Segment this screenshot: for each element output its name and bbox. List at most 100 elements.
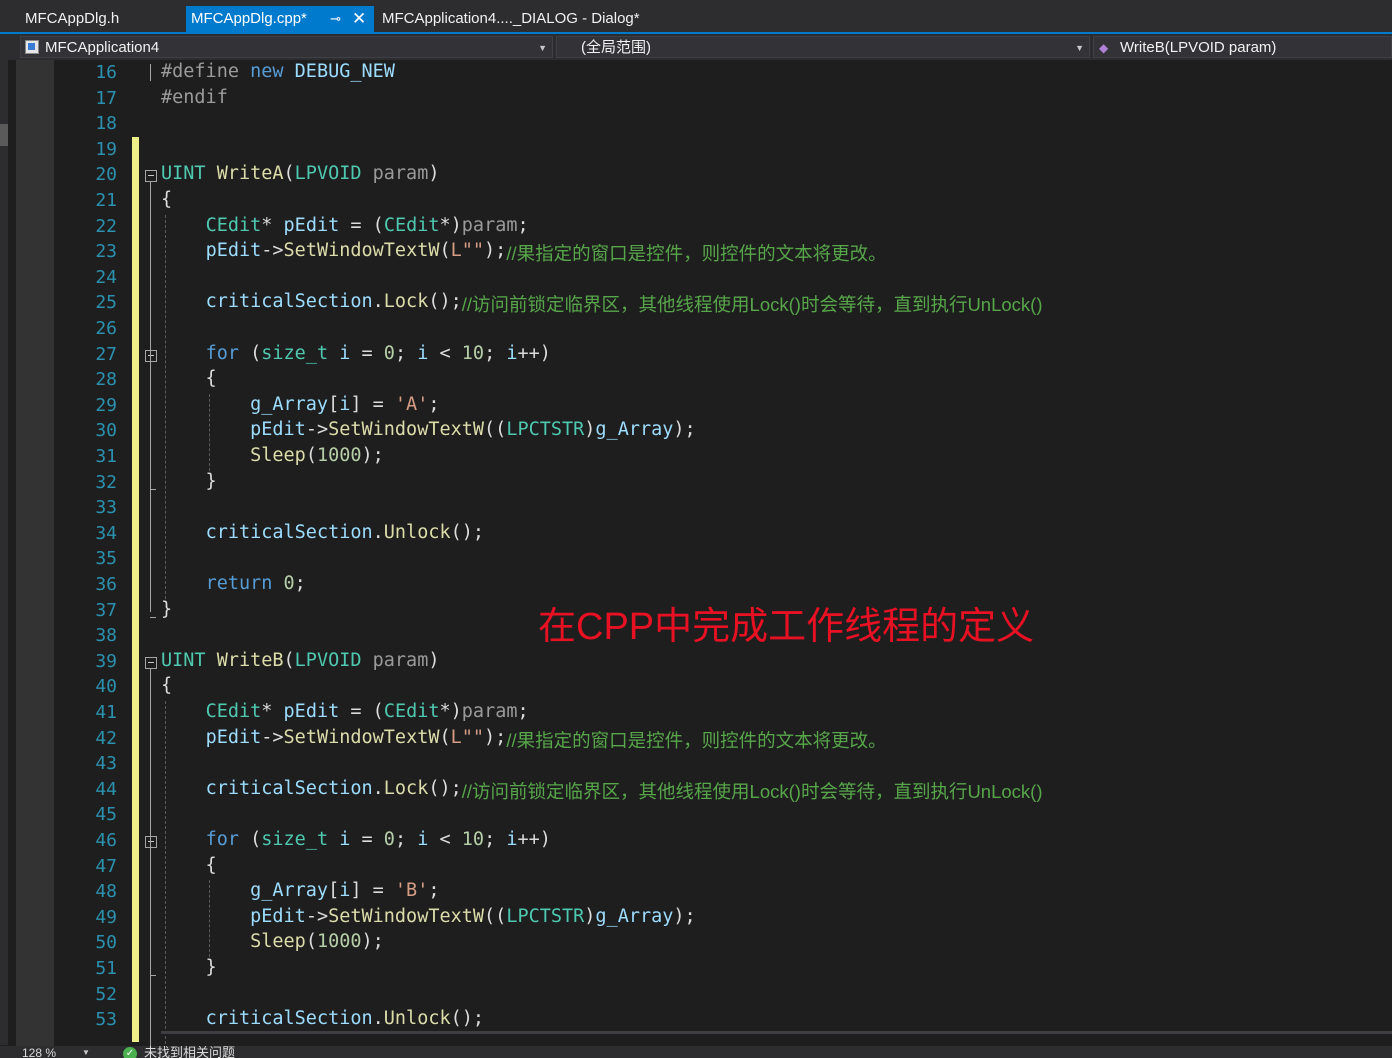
line-number: 19: [95, 138, 117, 160]
code-token: =: [350, 829, 384, 850]
code-text: Sleep(1000);: [161, 931, 384, 952]
code-token: WriteA: [216, 163, 284, 185]
code-line[interactable]: 33: [8, 496, 1392, 521]
tab-dialog-designer[interactable]: MFCApplication4...._DIALOG - Dialog*: [377, 6, 677, 32]
code-token: ] =: [350, 393, 395, 415]
code-token: #endif: [161, 86, 228, 108]
line-number: 20: [95, 164, 117, 186]
code-line[interactable]: 50 Sleep(1000);: [8, 931, 1392, 956]
code-line[interactable]: 23 pEdit->SetWindowTextW(L"");//果指定的窗口是控…: [8, 240, 1392, 265]
code-text: criticalSection.Lock();: [161, 291, 462, 312]
code-line[interactable]: 49 pEdit->SetWindowTextW((LPCTSTR)g_Arra…: [8, 906, 1392, 931]
code-line[interactable]: 22 CEdit* pEdit = (CEdit*)param;: [8, 215, 1392, 240]
code-line[interactable]: 24: [8, 266, 1392, 291]
code-token: L"": [450, 726, 485, 748]
code-line[interactable]: 28 {: [8, 368, 1392, 393]
code-line[interactable]: 42 pEdit->SetWindowTextW(L"");//果指定的窗口是控…: [8, 727, 1392, 752]
chevron-down-icon[interactable]: ▼: [82, 1048, 90, 1057]
code-line[interactable]: 31 Sleep(1000);: [8, 445, 1392, 470]
pin-icon[interactable]: ⊸: [330, 6, 341, 32]
tab-mfcappdlg-h[interactable]: MFCAppDlg.h: [20, 6, 180, 32]
horizontal-scrollbar[interactable]: [161, 1031, 1392, 1034]
line-number: 53: [95, 1009, 117, 1031]
scope-dropdown[interactable]: (全局范围) ▼: [556, 36, 1090, 58]
code-line[interactable]: 35: [8, 547, 1392, 572]
fold-toggle-icon[interactable]: [145, 656, 157, 669]
code-token: ->: [305, 905, 329, 927]
fold-toggle-icon[interactable]: [145, 836, 157, 848]
code-line[interactable]: 41 CEdit* pEdit = (CEdit*)param;: [8, 701, 1392, 726]
code-line[interactable]: 34 criticalSection.Unlock();: [8, 522, 1392, 547]
code-line[interactable]: 26: [8, 317, 1392, 342]
fold-region-end: [150, 975, 156, 976]
tab-mfcappdlg-cpp[interactable]: MFCAppDlg.cpp* ⊸ ✕: [186, 6, 374, 32]
code-line[interactable]: 16 #define new DEBUG_NEW: [8, 61, 1392, 86]
code-token: UINT: [161, 649, 206, 671]
code-token: return: [205, 573, 273, 594]
code-editor[interactable]: 16 #define new DEBUG_NEW 17 #endif 18 19 20 UIN…: [8, 60, 1392, 1046]
code-token: i: [339, 393, 351, 415]
code-line[interactable]: 45: [8, 803, 1392, 828]
fold-region-line: [150, 64, 151, 81]
project-dropdown-value: MFCApplication4: [45, 39, 160, 56]
code-line[interactable]: 53 criticalSection.Unlock();: [8, 1008, 1392, 1033]
code-text: CEdit* pEdit = (CEdit*)param;: [161, 215, 529, 236]
project-dropdown[interactable]: MFCApplication4 ▼: [20, 36, 553, 58]
code-token: (: [439, 240, 451, 262]
code-line[interactable]: 43: [8, 752, 1392, 777]
code-line[interactable]: 52: [8, 983, 1392, 1008]
code-line[interactable]: 20 UINT WriteA(LPVOID param): [8, 163, 1392, 188]
code-token: ] =: [350, 880, 395, 902]
code-line[interactable]: 25 criticalSection.Lock();//访问前锁定临界区，其他线…: [8, 291, 1392, 316]
code-line[interactable]: 47 {: [8, 855, 1392, 880]
line-number: 31: [95, 446, 117, 467]
code-line[interactable]: 39 UINT WriteB(LPVOID param): [8, 650, 1392, 675]
code-line[interactable]: 32 }: [8, 471, 1392, 496]
code-comment: //果指定的窗口是控件，则控件的文本将更改。: [506, 243, 887, 265]
code-token: 10: [461, 829, 485, 850]
code-token: i: [339, 880, 351, 902]
code-line[interactable]: 21 {: [8, 189, 1392, 214]
code-token: 'A': [394, 393, 429, 415]
code-token: .: [372, 291, 384, 313]
line-number: 49: [95, 906, 117, 928]
fold-toggle-icon[interactable]: [145, 349, 157, 362]
line-number: 43: [95, 753, 117, 775]
code-token: UINT: [161, 163, 206, 185]
code-token: new: [238, 61, 295, 82]
code-line[interactable]: 19: [8, 138, 1392, 163]
code-line[interactable]: 46 for (size_t i = 0; i < 10; i++): [8, 829, 1392, 854]
code-line[interactable]: 44 criticalSection.Lock();//访问前锁定临界区，其他线…: [8, 778, 1392, 803]
issues-status[interactable]: 未找到相关问题: [144, 1046, 235, 1058]
code-line[interactable]: 48 g_Array[i] = 'B';: [8, 880, 1392, 905]
code-token: pEdit: [250, 419, 306, 441]
code-token: size_t: [261, 829, 329, 850]
code-text: }: [161, 599, 172, 620]
fold-toggle-icon[interactable]: [145, 170, 157, 183]
navigation-bar: MFCApplication4 ▼ (全局范围) ▼ ◆ WriteB(LPVO…: [0, 34, 1392, 60]
fold-region-line: [150, 848, 151, 970]
code-line[interactable]: 17 #endif: [8, 87, 1392, 112]
code-line[interactable]: 30 pEdit->SetWindowTextW((LPCTSTR)g_Arra…: [8, 419, 1392, 444]
code-line[interactable]: 18: [8, 112, 1392, 137]
zoom-level[interactable]: 128 %: [22, 1046, 56, 1058]
line-number: 44: [95, 778, 117, 800]
code-line[interactable]: 40 {: [8, 675, 1392, 700]
code-line[interactable]: 51 }: [8, 957, 1392, 982]
code-token: 1000: [316, 445, 362, 466]
line-number: 16: [95, 62, 117, 83]
close-icon[interactable]: ✕: [352, 6, 366, 32]
code-line[interactable]: 29 g_Array[i] = 'A';: [8, 394, 1392, 419]
code-token: );: [484, 726, 507, 748]
indent-guide: [209, 393, 210, 471]
tab-label: MFCAppDlg.cpp*: [191, 10, 307, 27]
member-dropdown[interactable]: ◆ WriteB(LPVOID param): [1093, 36, 1392, 58]
code-line[interactable]: 27 for (size_t i = 0; i < 10; i++): [8, 343, 1392, 368]
line-number: 29: [95, 394, 117, 416]
